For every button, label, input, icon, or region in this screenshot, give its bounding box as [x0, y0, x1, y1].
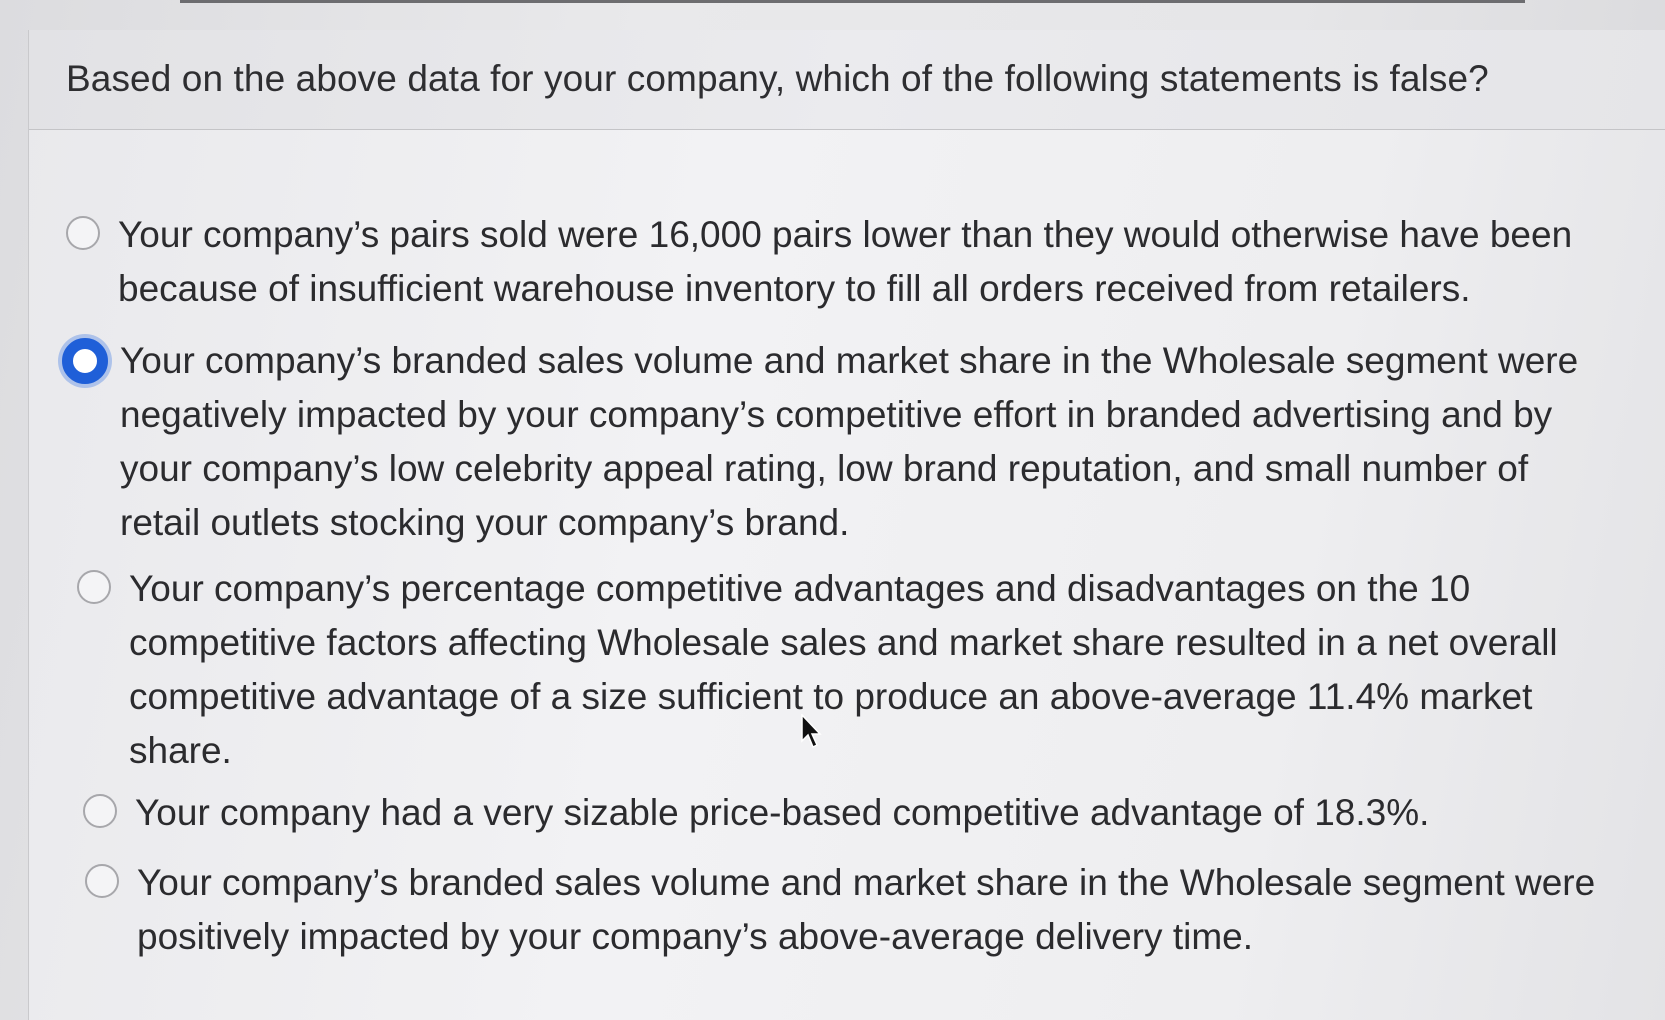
option-c-line-4: share. [129, 730, 232, 771]
option-e-line-2: positively impacted by your company’s ab… [137, 916, 1254, 957]
option-a-text: Your company’s pairs sold were 16,000 pa… [118, 208, 1572, 316]
option-b-line-1: Your company’s branded sales volume and … [120, 340, 1579, 381]
question-text: Based on the above data for your company… [66, 58, 1489, 99]
top-divider [180, 0, 1525, 3]
option-a-line-1: Your company’s pairs sold were 16,000 pa… [118, 214, 1573, 255]
option-b-radio-selected[interactable] [62, 338, 108, 384]
mouse-pointer-icon [801, 714, 822, 749]
question-header: Based on the above data for your company… [29, 30, 1665, 130]
option-e-line-1: Your company’s branded sales volume and … [137, 862, 1596, 903]
screen: Based on the above data for your company… [0, 0, 1665, 1020]
option-d-radio[interactable] [83, 794, 117, 828]
option-b-line-3: your company’s low celebrity appeal rati… [120, 448, 1529, 489]
option-a-radio[interactable] [66, 216, 100, 250]
option-a-line-2: because of insufficient warehouse invent… [118, 268, 1471, 309]
option-b-line-2: negatively impacted by your company’s co… [120, 394, 1553, 435]
option-e-text: Your company’s branded sales volume and … [137, 856, 1595, 964]
option-c-line-3: competitive advantage of a size sufficie… [129, 676, 1533, 717]
option-c-line-1: Your company’s percentage competitive ad… [129, 568, 1471, 609]
option-c-radio[interactable] [77, 570, 111, 604]
option-b-text: Your company’s branded sales volume and … [120, 334, 1578, 550]
option-d-text: Your company had a very sizable price-ba… [135, 786, 1429, 840]
option-b-line-4: retail outlets stocking your company’s b… [120, 502, 850, 543]
option-c-text: Your company’s percentage competitive ad… [129, 562, 1558, 778]
option-e-radio[interactable] [85, 864, 119, 898]
option-d-line-1: Your company had a very sizable price-ba… [135, 792, 1430, 833]
option-c-line-2: competitive factors affecting Wholesale … [129, 622, 1558, 663]
question-panel: Based on the above data for your company… [28, 30, 1665, 1020]
